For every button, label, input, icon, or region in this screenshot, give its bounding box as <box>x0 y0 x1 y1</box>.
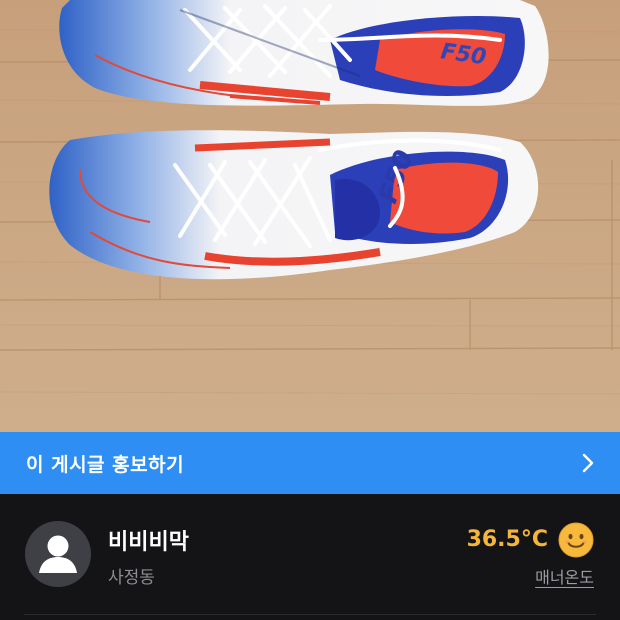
seller-profile-row: 비비비막 사정동 36.5°C 매너온도 <box>0 494 620 620</box>
seller-location: 사정동 <box>108 568 155 588</box>
chevron-right-icon <box>582 453 594 473</box>
manner-temperature-value: 36.5°C <box>466 527 548 552</box>
listing-screen: F50 F50 이 게시글 홍보하기 비비비막 사정동 36.5°C 매너온도 <box>0 0 620 620</box>
divider <box>24 614 596 615</box>
seller-name[interactable]: 비비비막 <box>108 524 189 556</box>
top-cleat: F50 <box>59 0 549 106</box>
product-photo[interactable]: F50 F50 <box>0 0 620 432</box>
seller-avatar[interactable] <box>25 521 91 587</box>
user-avatar-icon <box>39 535 77 573</box>
product-photo-image: F50 F50 <box>0 0 620 432</box>
promote-post-banner[interactable]: 이 게시글 홍보하기 <box>0 432 620 494</box>
manner-temperature-link[interactable]: 매너온도 <box>535 564 594 588</box>
smiling-face-emoji-icon <box>558 522 594 558</box>
promote-post-label: 이 게시글 홍보하기 <box>26 453 185 476</box>
